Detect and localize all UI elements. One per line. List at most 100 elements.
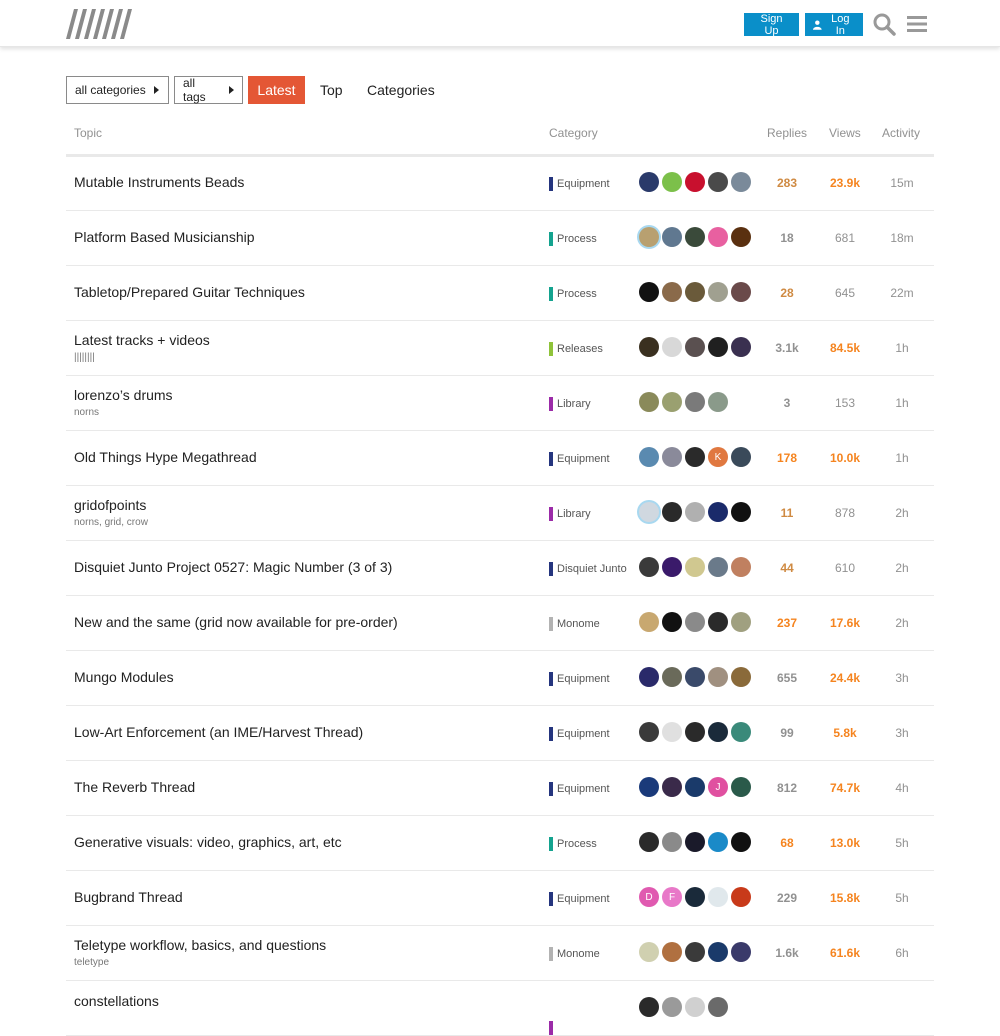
avatar[interactable]: [685, 612, 705, 632]
avatar[interactable]: [708, 997, 728, 1017]
table-row[interactable]: Disquiet Junto Project 0527: Magic Numbe…: [66, 541, 934, 596]
avatar[interactable]: [662, 832, 682, 852]
avatar[interactable]: [685, 227, 705, 247]
column-views[interactable]: Views: [829, 126, 861, 140]
topic-category[interactable]: Equipment: [549, 727, 610, 741]
avatar[interactable]: [662, 942, 682, 962]
avatar[interactable]: [685, 667, 705, 687]
avatar[interactable]: [639, 667, 659, 687]
avatar[interactable]: [685, 777, 705, 797]
activity-time[interactable]: 5h: [877, 836, 927, 850]
site-logo-icon[interactable]: [66, 9, 134, 39]
column-activity[interactable]: Activity: [882, 126, 920, 140]
topic-tags[interactable]: ||||||||: [74, 352, 95, 363]
topic-title[interactable]: New and the same (grid now available for…: [74, 614, 398, 630]
avatar[interactable]: [708, 722, 728, 742]
table-row[interactable]: The Reverb Thread Equipment J 812 74.7k 4h: [66, 761, 934, 816]
activity-time[interactable]: 2h: [877, 561, 927, 575]
avatar[interactable]: [639, 337, 659, 357]
tab-top[interactable]: Top: [320, 76, 343, 104]
avatar[interactable]: [662, 447, 682, 467]
topic-title[interactable]: lorenzo’s drums: [74, 387, 173, 403]
topic-title[interactable]: Generative visuals: video, graphics, art…: [74, 834, 342, 850]
avatar[interactable]: [685, 557, 705, 577]
avatar[interactable]: [731, 612, 751, 632]
topic-title[interactable]: Mutable Instruments Beads: [74, 174, 244, 190]
avatar[interactable]: [731, 337, 751, 357]
hamburger-menu-icon[interactable]: [905, 12, 929, 36]
avatar[interactable]: [639, 282, 659, 302]
table-row[interactable]: Old Things Hype Megathread Equipment K 178 1…: [66, 431, 934, 486]
avatar[interactable]: [731, 722, 751, 742]
avatar[interactable]: [708, 502, 728, 522]
avatar[interactable]: [685, 722, 705, 742]
avatar[interactable]: [685, 502, 705, 522]
avatar[interactable]: [708, 612, 728, 632]
topic-category[interactable]: Disquiet Junto: [549, 562, 627, 576]
all-categories-dropdown[interactable]: all categories: [66, 76, 169, 104]
activity-time[interactable]: 1h: [877, 396, 927, 410]
avatar[interactable]: [731, 832, 751, 852]
topic-category[interactable]: Equipment: [549, 452, 610, 466]
avatar[interactable]: [639, 447, 659, 467]
activity-time[interactable]: 22m: [877, 286, 927, 300]
avatar[interactable]: [662, 997, 682, 1017]
avatar[interactable]: [731, 227, 751, 247]
avatar[interactable]: [639, 832, 659, 852]
avatar[interactable]: [685, 392, 705, 412]
topic-category[interactable]: Process: [549, 837, 597, 851]
avatar[interactable]: [708, 887, 728, 907]
avatar[interactable]: [708, 667, 728, 687]
avatar[interactable]: [639, 502, 659, 522]
avatar[interactable]: [708, 282, 728, 302]
activity-time[interactable]: 2h: [877, 506, 927, 520]
topic-category[interactable]: Equipment: [549, 782, 610, 796]
all-tags-dropdown[interactable]: all tags: [174, 76, 243, 104]
avatar[interactable]: [662, 392, 682, 412]
table-row[interactable]: Latest tracks + videos |||||||| Releases 3.…: [66, 321, 934, 376]
avatar[interactable]: [662, 502, 682, 522]
topic-title[interactable]: Tabletop/Prepared Guitar Techniques: [74, 284, 305, 300]
avatar[interactable]: [639, 722, 659, 742]
avatar[interactable]: [639, 997, 659, 1017]
table-row[interactable]: Bugbrand Thread Equipment D F 229 15.8k 5h: [66, 871, 934, 926]
table-row[interactable]: Low-Art Enforcement (an IME/Harvest Thre…: [66, 706, 934, 761]
avatar[interactable]: [685, 942, 705, 962]
table-row[interactable]: Mungo Modules Equipment 655 24.4k 3h: [66, 651, 934, 706]
avatar[interactable]: [708, 832, 728, 852]
topic-category[interactable]: Library: [549, 507, 591, 521]
table-row[interactable]: gridofpoints norns, grid, crow Library 11 87…: [66, 486, 934, 541]
table-row[interactable]: Platform Based Musicianship Process 18 681 1…: [66, 211, 934, 266]
topic-title[interactable]: Teletype workflow, basics, and questions: [74, 937, 326, 953]
avatar[interactable]: [731, 667, 751, 687]
tab-latest[interactable]: Latest: [248, 76, 305, 104]
avatar[interactable]: [708, 557, 728, 577]
avatar[interactable]: [662, 722, 682, 742]
avatar[interactable]: [662, 227, 682, 247]
topic-title[interactable]: Disquiet Junto Project 0527: Magic Numbe…: [74, 559, 392, 575]
table-row[interactable]: Mutable Instruments Beads Equipment 283 23.…: [66, 156, 934, 211]
avatar[interactable]: K: [708, 447, 728, 467]
avatar[interactable]: [731, 447, 751, 467]
avatar[interactable]: [731, 502, 751, 522]
avatar[interactable]: [685, 832, 705, 852]
topic-title[interactable]: Low-Art Enforcement (an IME/Harvest Thre…: [74, 724, 363, 740]
avatar[interactable]: [639, 942, 659, 962]
avatar[interactable]: [662, 777, 682, 797]
topic-category[interactable]: Process: [549, 232, 597, 246]
column-replies[interactable]: Replies: [767, 126, 807, 140]
activity-time[interactable]: 2h: [877, 616, 927, 630]
topic-title[interactable]: Bugbrand Thread: [74, 889, 183, 905]
column-topic[interactable]: Topic: [74, 126, 102, 140]
topic-title[interactable]: Latest tracks + videos: [74, 332, 210, 348]
table-row[interactable]: Tabletop/Prepared Guitar Techniques Proce…: [66, 266, 934, 321]
topic-title[interactable]: Old Things Hype Megathread: [74, 449, 257, 465]
avatar[interactable]: [708, 942, 728, 962]
avatar[interactable]: [685, 282, 705, 302]
avatar[interactable]: D: [639, 887, 659, 907]
topic-category[interactable]: Equipment: [549, 672, 610, 686]
avatar[interactable]: [639, 227, 659, 247]
table-row[interactable]: Teletype workflow, basics, and questions…: [66, 926, 934, 981]
avatar[interactable]: [639, 392, 659, 412]
topic-category[interactable]: Equipment: [549, 177, 610, 191]
